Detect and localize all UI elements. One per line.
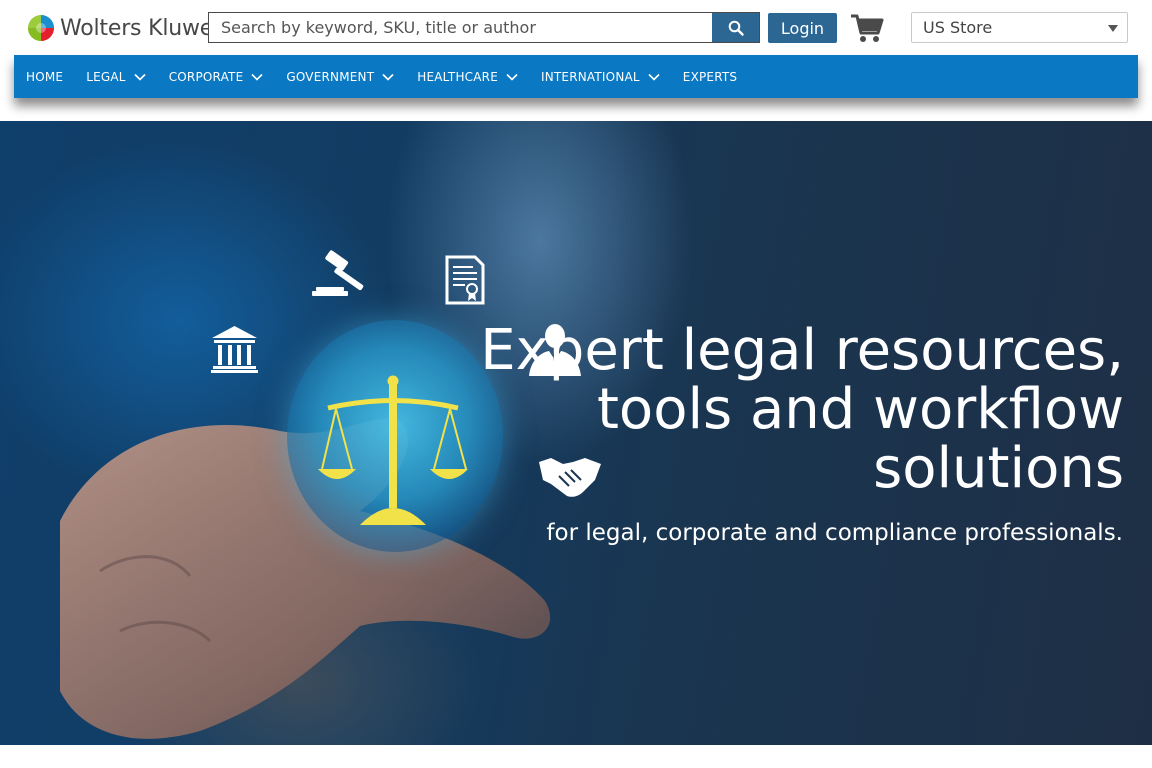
chevron-down-icon — [506, 73, 518, 81]
store-selector[interactable]: US Store — [911, 12, 1128, 43]
site-header: Wolters Kluwer Login US Store — [0, 0, 1152, 55]
nav-item-government[interactable]: GOVERNMENT — [286, 70, 394, 84]
search-box — [208, 12, 760, 43]
chevron-down-icon — [648, 73, 660, 81]
logo-mark-icon — [28, 15, 54, 41]
nav-item-label: CORPORATE — [168, 69, 244, 84]
nav-item-healthcare[interactable]: HEALTHCARE — [417, 70, 518, 84]
hero-headline: Expert legal resources, tools and workfl… — [480, 321, 1124, 498]
scales-of-justice-icon — [318, 375, 468, 525]
nav-item-label: HOME — [26, 69, 64, 84]
nav-item-label: LEGAL — [86, 69, 126, 84]
nav-item-home[interactable]: HOME — [26, 70, 63, 84]
caret-down-icon — [1108, 25, 1118, 32]
shopping-cart-icon — [851, 14, 884, 42]
nav-item-label: HEALTHCARE — [417, 69, 498, 84]
nav-item-label: EXPERTS — [682, 69, 738, 84]
nav-item-label: INTERNATIONAL — [540, 69, 640, 84]
cart-button[interactable] — [850, 12, 884, 44]
login-button[interactable]: Login — [768, 13, 837, 43]
hero-banner: Expert legal resources, tools and workfl… — [0, 121, 1152, 745]
chevron-down-icon — [134, 73, 146, 81]
search-input[interactable] — [209, 13, 712, 42]
wolters-kluwer-logo[interactable]: Wolters Kluwer — [26, 13, 222, 43]
hero-subheadline: for legal, corporate and compliance prof… — [546, 520, 1123, 546]
courthouse-icon — [211, 326, 258, 373]
store-selected-value: US Store — [923, 18, 993, 37]
brand-name: Wolters Kluwer — [60, 15, 222, 41]
search-button[interactable] — [712, 13, 759, 42]
gavel-icon — [312, 250, 364, 296]
nav-item-experts[interactable]: EXPERTS — [683, 70, 737, 84]
chevron-down-icon — [251, 73, 263, 81]
certificate-document-icon — [445, 255, 485, 305]
main-navigation: HOME LEGAL CORPORATE GOVERNMENT HEALTHCA… — [14, 55, 1138, 98]
headline-line: solutions — [873, 436, 1124, 501]
headline-line: tools and workflow — [596, 377, 1124, 442]
nav-item-corporate[interactable]: CORPORATE — [169, 70, 264, 84]
nav-item-label: GOVERNMENT — [286, 69, 375, 84]
search-icon — [728, 20, 744, 36]
headline-line: Expert legal resources, — [480, 318, 1124, 383]
nav-item-international[interactable]: INTERNATIONAL — [541, 70, 660, 84]
nav-item-legal[interactable]: LEGAL — [86, 69, 146, 84]
chevron-down-icon — [382, 73, 394, 81]
